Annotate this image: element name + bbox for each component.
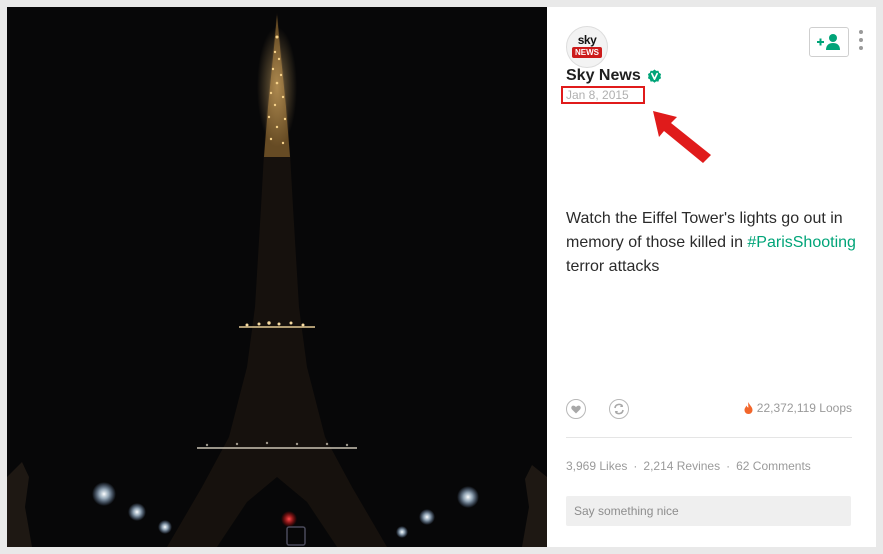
revines-count[interactable]: 2,214 Revines [643,459,720,473]
verified-icon [647,68,662,84]
author-name[interactable]: Sky News [566,67,641,85]
revine-icon [614,403,624,415]
stats-row: 3,969 Likes · 2,214 Revines · 62 Comments [566,459,811,473]
eiffel-tower-night-image [7,7,547,547]
comment-input[interactable] [566,496,851,526]
caption-text-end: terror attacks [566,258,660,275]
more-icon[interactable] [857,30,865,54]
follow-button[interactable] [809,27,849,57]
hashtag-link[interactable]: #ParisShooting [747,234,856,251]
stats-separator: · [726,459,731,473]
avatar[interactable]: sky NEWS [566,26,608,68]
follow-user-icon [817,34,840,50]
action-bar: 22,372,119 Loops [566,397,852,421]
comments-count[interactable]: 62 Comments [736,459,811,473]
post-card: sky NEWS Sky News Jan 8, 2015 Watch the … [7,7,876,547]
likes-count[interactable]: 3,969 Likes [566,459,627,473]
like-button[interactable] [566,399,586,419]
loops-flame-icon [744,402,753,414]
post-caption: Watch the Eiffel Tower's lights go out i… [566,207,866,279]
loops-text: 22,372,119 Loops [756,401,852,415]
avatar-logo-top: sky [577,33,597,47]
revine-button[interactable] [609,399,629,419]
author-row: Sky News [566,67,662,85]
date-highlight-box [561,86,645,104]
loops-count: 22,372,119 Loops [744,401,852,415]
stats-separator: · [633,459,638,473]
arrow-icon [653,111,711,163]
post-panel: sky NEWS Sky News Jan 8, 2015 Watch the … [547,7,876,547]
avatar-logo-bottom: NEWS [572,47,602,58]
video-player[interactable] [7,7,547,547]
like-icon [571,405,581,413]
divider [566,437,852,438]
